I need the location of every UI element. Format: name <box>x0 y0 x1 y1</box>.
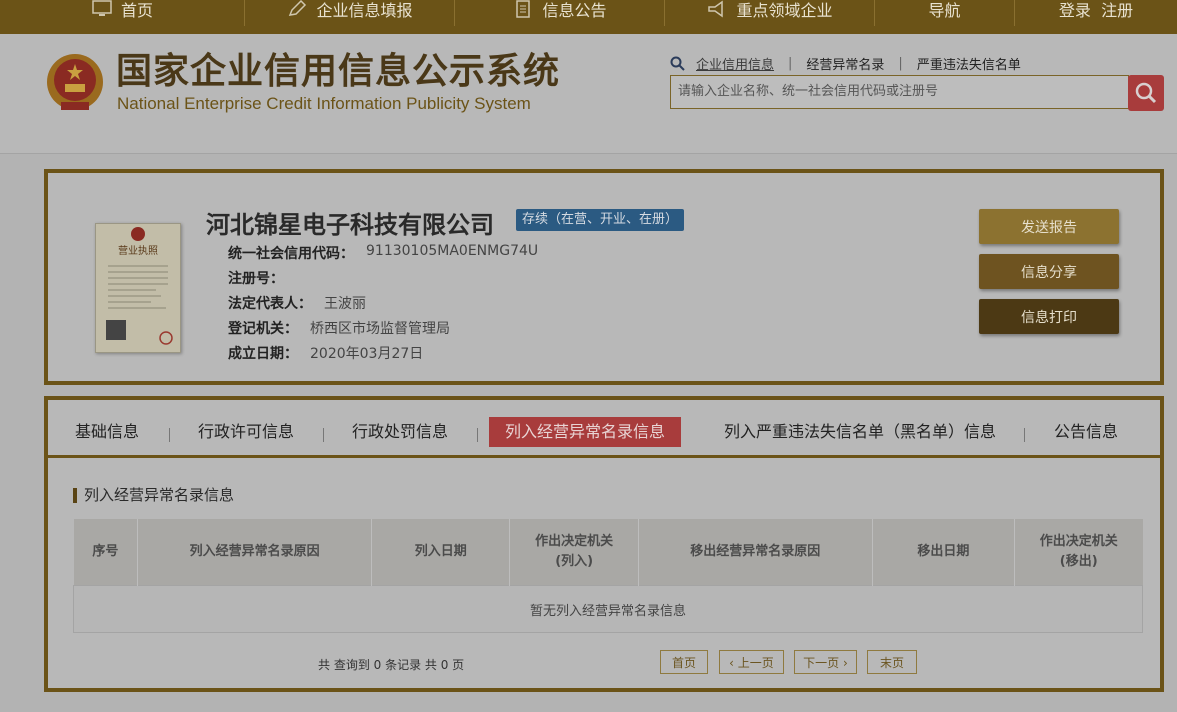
tab-announcements[interactable]: 公告信息 <box>1054 417 1118 447</box>
send-report-button[interactable]: 发送报告 <box>979 209 1119 244</box>
search-icon <box>1135 82 1157 104</box>
search-input[interactable]: 请输入企业名称、统一社会信用代码或注册号 <box>670 75 1129 109</box>
divider <box>1024 428 1025 442</box>
edit-icon <box>286 0 308 18</box>
info-row: 登记机关： 桥西区市场监督管理局 <box>228 318 450 338</box>
field-label: 统一社会信用代码： <box>228 246 354 262</box>
column-header: 列入经营异常名录原因 <box>137 519 373 586</box>
abnormal-list-table: 序号 列入经营异常名录原因 列入日期 作出决定机关 (列入) 移出经营异常名录原… <box>73 519 1143 633</box>
empty-message: 暂无列入经营异常名录信息 <box>73 585 1143 633</box>
document-icon <box>512 0 534 18</box>
nav-announcement[interactable]: 信息公告 <box>455 0 665 26</box>
nav-home[interactable]: 首页 <box>0 0 245 26</box>
national-emblem-icon <box>47 54 103 110</box>
info-row: 注册号： <box>228 268 296 288</box>
nav-enterprise-fill[interactable]: 企业信息填报 <box>245 0 455 26</box>
tab-basic-info[interactable]: 基础信息 <box>75 417 139 447</box>
divider: | <box>788 56 793 71</box>
last-page-button[interactable]: 末页 <box>867 650 917 674</box>
next-page-button[interactable]: 下一页 › <box>794 650 857 674</box>
table-row: 暂无列入经营异常名录信息 <box>73 585 1143 633</box>
legal-representative-value: 王波丽 <box>324 296 366 312</box>
column-header: 移出经营异常名录原因 <box>638 519 873 586</box>
license-caption: 营业执照 <box>118 244 158 257</box>
info-row: 统一社会信用代码： 91130105MA0ENMG74U <box>228 243 538 263</box>
field-label: 注册号： <box>228 271 284 287</box>
divider <box>477 428 478 442</box>
top-nav: 首页 企业信息填报 信息公告 重点领域企业 导航 登录 注册 <box>0 0 1177 34</box>
chevron-right-icon: › <box>839 656 848 670</box>
chevron-left-icon: ‹ <box>729 656 738 670</box>
nav-key-enterprises[interactable]: 重点领域企业 <box>665 0 875 26</box>
search-category-links: 企业信用信息 | 经营异常名录 | 严重违法失信名单 <box>670 54 1021 73</box>
field-label: 成立日期： <box>228 346 298 362</box>
site-title: 国家企业信用信息公示系统 <box>116 51 561 92</box>
nav-login-register[interactable]: 登录 注册 <box>1015 0 1177 26</box>
print-info-button[interactable]: 信息打印 <box>979 299 1119 334</box>
divider <box>169 428 170 442</box>
link-abnormal-list[interactable]: 经营异常名录 <box>806 54 884 73</box>
info-row: 法定代表人： 王波丽 <box>228 293 366 313</box>
company-card: 营业执照 河北锦星电子科技有限公司 存续（在营、开业、在册） 统一社会信用代码：… <box>44 169 1164 385</box>
tab-blacklist[interactable]: 列入严重违法失信名单（黑名单）信息 <box>724 417 996 447</box>
first-page-button[interactable]: 首页 <box>660 650 708 674</box>
site-header: 国家企业信用信息公示系统 National Enterprise Credit … <box>0 34 1177 154</box>
tab-abnormal-list[interactable]: 列入经营异常名录信息 <box>489 417 682 447</box>
divider: | <box>898 56 903 71</box>
registration-authority-value: 桥西区市场监督管理局 <box>310 321 450 337</box>
divider <box>323 428 324 442</box>
column-header: 序号 <box>73 519 139 586</box>
credit-code-value: 91130105MA0ENMG74U <box>366 243 539 259</box>
megaphone-icon <box>706 0 728 18</box>
column-header: 作出决定机关 (移出) <box>1014 519 1143 586</box>
monitor-icon <box>91 0 113 18</box>
nav-navigation[interactable]: 导航 <box>875 0 1015 26</box>
column-header: 作出决定机关 (列入) <box>509 519 639 586</box>
section-title: 列入经营异常名录信息 <box>73 488 234 503</box>
column-header: 列入日期 <box>371 519 511 586</box>
status-badge: 存续（在营、开业、在册） <box>516 209 685 231</box>
column-header: 移出日期 <box>872 519 1016 586</box>
search-button[interactable] <box>1128 75 1164 111</box>
link-enterprise-credit[interactable]: 企业信用信息 <box>696 54 774 73</box>
tab-bar: 基础信息 行政许可信息 行政处罚信息 列入经营异常名录信息 列入严重违法失信名单… <box>48 400 1160 458</box>
prev-page-button[interactable]: ‹ 上一页 <box>719 650 784 674</box>
field-label: 法定代表人： <box>228 296 312 312</box>
business-license-image: 营业执照 <box>95 223 181 353</box>
record-summary: 共 查询到 0 条记录 共 0 页 <box>318 658 465 672</box>
info-tabs-panel: 基础信息 行政许可信息 行政处罚信息 列入经营异常名录信息 列入严重违法失信名单… <box>44 396 1164 692</box>
tab-admin-penalty[interactable]: 行政处罚信息 <box>352 417 448 447</box>
site-subtitle: National Enterprise Credit Information P… <box>117 94 531 113</box>
link-serious-violation[interactable]: 严重违法失信名单 <box>917 54 1021 73</box>
search-icon <box>670 56 685 71</box>
established-date-value: 2020年03月27日 <box>310 346 424 362</box>
share-info-button[interactable]: 信息分享 <box>979 254 1119 289</box>
field-label: 登记机关： <box>228 321 298 337</box>
tab-admin-license[interactable]: 行政许可信息 <box>198 417 294 447</box>
info-row: 成立日期： 2020年03月27日 <box>228 343 423 363</box>
company-name: 河北锦星电子科技有限公司 <box>206 211 494 239</box>
